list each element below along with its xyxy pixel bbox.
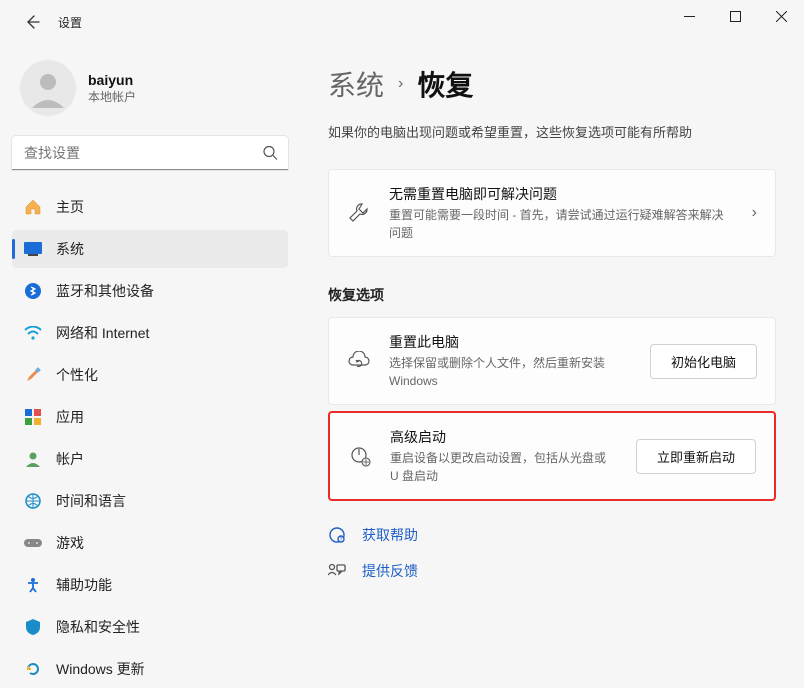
reset-title: 重置此电脑	[389, 332, 632, 352]
sidebar-item-label: Windows 更新	[56, 659, 145, 679]
sidebar-item-bluetooth[interactable]: 蓝牙和其他设备	[12, 272, 288, 310]
sidebar-item-label: 游戏	[56, 533, 84, 553]
sidebar-item-time[interactable]: 时间和语言	[12, 482, 288, 520]
apps-icon	[24, 408, 42, 426]
profile-sub: 本地帐户	[88, 88, 136, 105]
help-icon: ?	[328, 526, 346, 544]
sidebar-item-home[interactable]: 主页	[12, 188, 288, 226]
profile[interactable]: baiyun 本地帐户	[12, 44, 288, 136]
search-input[interactable]	[12, 136, 288, 170]
main-content: 系统 › 恢复 如果你的电脑出现问题或希望重置，这些恢复选项可能有所帮助 无需重…	[300, 44, 804, 685]
sidebar-item-gaming[interactable]: 游戏	[12, 524, 288, 562]
feedback-icon	[328, 563, 346, 579]
sidebar-item-system[interactable]: 系统	[12, 230, 288, 268]
update-icon	[24, 660, 42, 678]
chevron-right-icon: ›	[752, 204, 757, 222]
wrench-icon	[347, 202, 371, 224]
sidebar-item-label: 主页	[56, 197, 84, 217]
globe-icon	[24, 492, 42, 510]
profile-name: baiyun	[88, 72, 136, 88]
system-icon	[24, 240, 42, 258]
sidebar-item-accounts[interactable]: 帐户	[12, 440, 288, 478]
svg-text:?: ?	[340, 537, 343, 543]
sidebar-item-label: 辅助功能	[56, 575, 112, 595]
sidebar-item-accessibility[interactable]: 辅助功能	[12, 566, 288, 604]
page-description: 如果你的电脑出现问题或希望重置，这些恢复选项可能有所帮助	[328, 122, 776, 141]
cloud-reset-icon	[347, 351, 371, 371]
advanced-startup-sub: 重启设备以更改启动设置，包括从光盘或 U 盘启动	[390, 449, 618, 485]
reset-pc-button[interactable]: 初始化电脑	[650, 344, 757, 379]
sidebar-item-privacy[interactable]: 隐私和安全性	[12, 608, 288, 646]
restart-now-button[interactable]: 立即重新启动	[636, 439, 756, 474]
sidebar-item-label: 隐私和安全性	[56, 617, 140, 637]
sidebar-item-label: 帐户	[56, 449, 84, 469]
brush-icon	[24, 366, 42, 384]
close-button[interactable]	[758, 0, 804, 32]
advanced-startup-title: 高级启动	[390, 427, 618, 447]
get-help-link[interactable]: 获取帮助	[362, 525, 418, 545]
back-button[interactable]	[18, 8, 46, 36]
sidebar-item-network[interactable]: 网络和 Internet	[12, 314, 288, 352]
app-title: 设置	[58, 14, 82, 31]
sidebar-item-label: 网络和 Internet	[56, 323, 149, 343]
sidebar-item-apps[interactable]: 应用	[12, 398, 288, 436]
sidebar-item-label: 时间和语言	[56, 491, 126, 511]
feedback-link[interactable]: 提供反馈	[362, 561, 418, 581]
page-title: 恢复	[417, 64, 473, 104]
wifi-icon	[24, 324, 42, 342]
chevron-right-icon: ›	[398, 75, 403, 93]
breadcrumb: 系统 › 恢复	[328, 64, 776, 104]
maximize-button[interactable]	[712, 0, 758, 32]
home-icon	[24, 198, 42, 216]
troubleshoot-title: 无需重置电脑即可解决问题	[389, 184, 734, 204]
sidebar-item-label: 蓝牙和其他设备	[56, 281, 154, 301]
reset-sub: 选择保留或删除个人文件，然后重新安装 Windows	[389, 354, 619, 390]
sidebar-item-label: 应用	[56, 407, 84, 427]
shield-icon	[24, 618, 42, 636]
minimize-button[interactable]	[666, 0, 712, 32]
sidebar: baiyun 本地帐户 主页 系统 蓝牙和其他设备	[0, 44, 300, 685]
troubleshoot-sub: 重置可能需要一段时间 - 首先，请尝试通过运行疑难解答来解决问题	[389, 206, 734, 242]
search-icon	[263, 146, 278, 161]
account-icon	[24, 450, 42, 468]
sidebar-item-label: 个性化	[56, 365, 98, 385]
sidebar-item-label: 系统	[56, 239, 84, 259]
sidebar-item-update[interactable]: Windows 更新	[12, 650, 288, 688]
avatar	[20, 60, 76, 116]
troubleshoot-card[interactable]: 无需重置电脑即可解决问题 重置可能需要一段时间 - 首先，请尝试通过运行疑难解答…	[328, 169, 776, 257]
gamepad-icon	[24, 534, 42, 552]
bluetooth-icon	[24, 282, 42, 300]
advanced-startup-card: 高级启动 重启设备以更改启动设置，包括从光盘或 U 盘启动 立即重新启动	[328, 411, 776, 501]
section-title: 恢复选项	[328, 285, 776, 305]
power-gear-icon	[348, 445, 372, 467]
accessibility-icon	[24, 576, 42, 594]
breadcrumb-parent[interactable]: 系统	[328, 64, 384, 104]
sidebar-item-personalization[interactable]: 个性化	[12, 356, 288, 394]
reset-pc-card: 重置此电脑 选择保留或删除个人文件，然后重新安装 Windows 初始化电脑	[328, 317, 776, 405]
